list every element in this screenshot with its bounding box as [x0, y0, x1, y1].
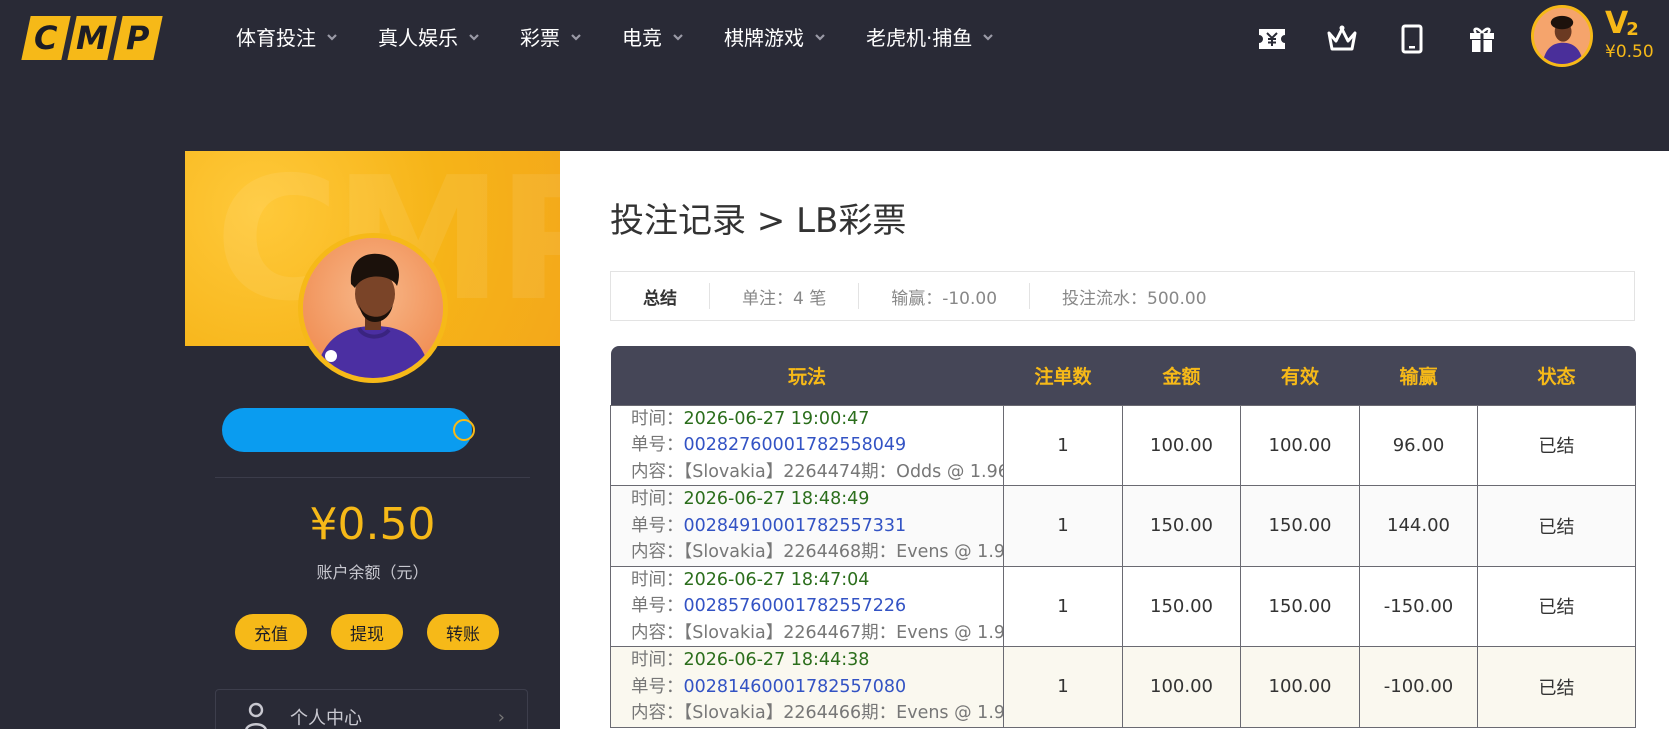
account-balance: ¥0.50 — [309, 499, 436, 550]
bet-count: 1 — [1003, 485, 1123, 567]
col-count: 注单数 — [1034, 365, 1092, 388]
table-row: 时间：2026-06-27 18:44:38 单号：00281460001782… — [610, 646, 1636, 728]
bet-status: 已结 — [1477, 646, 1636, 728]
chevron-down-icon — [571, 33, 581, 41]
bet-status: 已结 — [1477, 404, 1636, 486]
chevron-down-icon — [815, 33, 825, 41]
header-balance: ¥0.50 — [1605, 42, 1654, 62]
nav-lottery[interactable]: 彩票 — [520, 22, 582, 51]
bet-profit: 144.00 — [1359, 485, 1478, 567]
summary-bar: 总结 单注：4 笔 输赢：-10.00 投注流水：500.00 — [610, 271, 1635, 321]
order-number-link[interactable]: 00284910001782557331 — [684, 516, 907, 536]
nav-card-games[interactable]: 棋牌游戏 — [724, 22, 826, 51]
chevron-down-icon — [469, 33, 479, 41]
summary-profit: 输赢：-10.00 — [859, 283, 1031, 309]
transfer-button[interactable]: 转账 — [427, 614, 499, 650]
bet-count: 1 — [1003, 565, 1123, 647]
bet-info: 时间：2026-06-27 18:47:04 单号：00285760001782… — [610, 565, 1004, 647]
summary-label: 总结 — [611, 283, 710, 309]
bet-info: 时间：2026-06-27 18:48:49 单号：00284910001782… — [610, 485, 1004, 567]
menu-personal-center[interactable]: 个人中心 › — [215, 689, 528, 729]
order-number-link[interactable]: 00281460001782557080 — [684, 677, 907, 697]
bet-records-table: 玩法 注单数 金额 有效 输赢 状态 时间：2026-06-27 19:00:4… — [610, 346, 1636, 728]
col-status: 状态 — [1537, 365, 1576, 388]
bet-status: 已结 — [1477, 485, 1636, 567]
header-icons — [1255, 22, 1499, 56]
bet-profit: 96.00 — [1359, 404, 1478, 486]
tablet-icon[interactable] — [1395, 22, 1429, 56]
bet-count: 1 — [1003, 404, 1123, 486]
gift-icon[interactable] — [1465, 22, 1499, 56]
bet-content: 【Slovakia】2264466期：Evens @ 1.96 # — [683, 703, 1004, 723]
order-number-link[interactable]: 00282760001782558049 — [684, 435, 907, 455]
bet-amount: 150.00 — [1122, 485, 1241, 567]
bet-valid: 150.00 — [1240, 565, 1360, 647]
nav-slots-fishing[interactable]: 老虎机·捕鱼 — [866, 22, 994, 51]
divider — [215, 477, 530, 478]
wallet-actions: 充值 提现 转账 — [235, 614, 499, 650]
nav-sports[interactable]: 体育投注 — [236, 22, 338, 51]
top-bar: C M P 体育投注 真人娱乐 彩票 电竞 棋牌游戏 老虎机·捕鱼 V2 ¥0.… — [0, 0, 1669, 80]
bet-info: 时间：2026-06-27 19:00:47 单号：00282760001782… — [610, 404, 1004, 486]
page-title: 投注记录 > LB彩票 — [610, 201, 907, 241]
chevron-down-icon — [327, 33, 337, 41]
bet-time: 2026-06-27 18:44:38 — [683, 650, 870, 670]
vip-level-badge: V2 — [1605, 6, 1639, 41]
col-play: 玩法 — [787, 365, 826, 388]
account-sidebar: CMP ¥0.50 账户余额（元） 充值 提现 转账 个人中心 › — [185, 151, 560, 729]
bet-valid: 100.00 — [1240, 646, 1360, 728]
bet-valid: 100.00 — [1240, 404, 1360, 486]
bet-time: 2026-06-27 19:00:47 — [683, 408, 870, 429]
bet-profit: -100.00 — [1359, 646, 1478, 728]
bet-amount: 150.00 — [1122, 565, 1241, 647]
nav-live-casino[interactable]: 真人娱乐 — [378, 22, 480, 51]
bet-status: 已结 — [1477, 565, 1636, 647]
table-row: 时间：2026-06-27 19:00:47 单号：00282760001782… — [610, 404, 1636, 486]
withdraw-button[interactable]: 提现 — [331, 614, 403, 650]
col-amount: 金额 — [1162, 365, 1201, 388]
table-row: 时间：2026-06-27 18:47:04 单号：00285760001782… — [610, 565, 1636, 647]
bet-count: 1 — [1003, 646, 1123, 728]
main-content: 投注记录 > LB彩票 总结 单注：4 笔 输赢：-10.00 投注流水：500… — [560, 151, 1669, 729]
yuan-ticket-icon[interactable] — [1255, 22, 1289, 56]
crown-icon[interactable] — [1325, 22, 1359, 56]
edit-icon[interactable] — [453, 419, 475, 441]
bet-content: 【Slovakia】2264467期：Evens @ 1.96 # — [683, 622, 1004, 643]
chevron-right-icon: › — [497, 706, 505, 728]
bet-time: 2026-06-27 18:48:49 — [683, 489, 870, 509]
person-icon — [245, 702, 267, 729]
user-avatar[interactable] — [298, 233, 448, 383]
cmp-logo[interactable]: C M P — [21, 16, 163, 60]
table-header: 玩法 注单数 金额 有效 输赢 状态 — [610, 346, 1636, 405]
deposit-button[interactable]: 充值 — [235, 614, 307, 650]
summary-orders: 单注：4 笔 — [710, 283, 860, 309]
bet-content: 【Slovakia】2264468期：Evens @ 1.96 # — [683, 542, 1004, 562]
bet-valid: 150.00 — [1240, 485, 1360, 567]
bet-info: 时间：2026-06-27 18:44:38 单号：00281460001782… — [610, 646, 1004, 728]
col-valid: 有效 — [1280, 365, 1319, 388]
summary-turnover: 投注流水：500.00 — [1062, 288, 1207, 309]
main-nav: 体育投注 真人娱乐 彩票 电竞 棋牌游戏 老虎机·捕鱼 — [236, 22, 1034, 51]
chevron-down-icon — [983, 33, 994, 41]
order-number-link[interactable]: 00285760001782557226 — [684, 596, 907, 616]
bet-profit: -150.00 — [1359, 565, 1478, 647]
menu-label: 个人中心 — [290, 708, 362, 729]
bet-content: 【Slovakia】2264474期：Odds @ 1.96 # — [683, 461, 1004, 482]
nav-esports[interactable]: 电竞 — [622, 22, 684, 51]
username-redacted — [222, 408, 472, 452]
bet-amount: 100.00 — [1122, 404, 1241, 486]
table-row: 时间：2026-06-27 18:48:49 单号：00284910001782… — [610, 485, 1636, 567]
header-avatar[interactable] — [1531, 5, 1593, 67]
chevron-down-icon — [673, 33, 683, 41]
balance-label: 账户余额（元） — [316, 563, 429, 582]
col-profit: 输赢 — [1399, 365, 1438, 388]
bet-amount: 100.00 — [1122, 646, 1241, 728]
bet-time: 2026-06-27 18:47:04 — [683, 569, 870, 590]
